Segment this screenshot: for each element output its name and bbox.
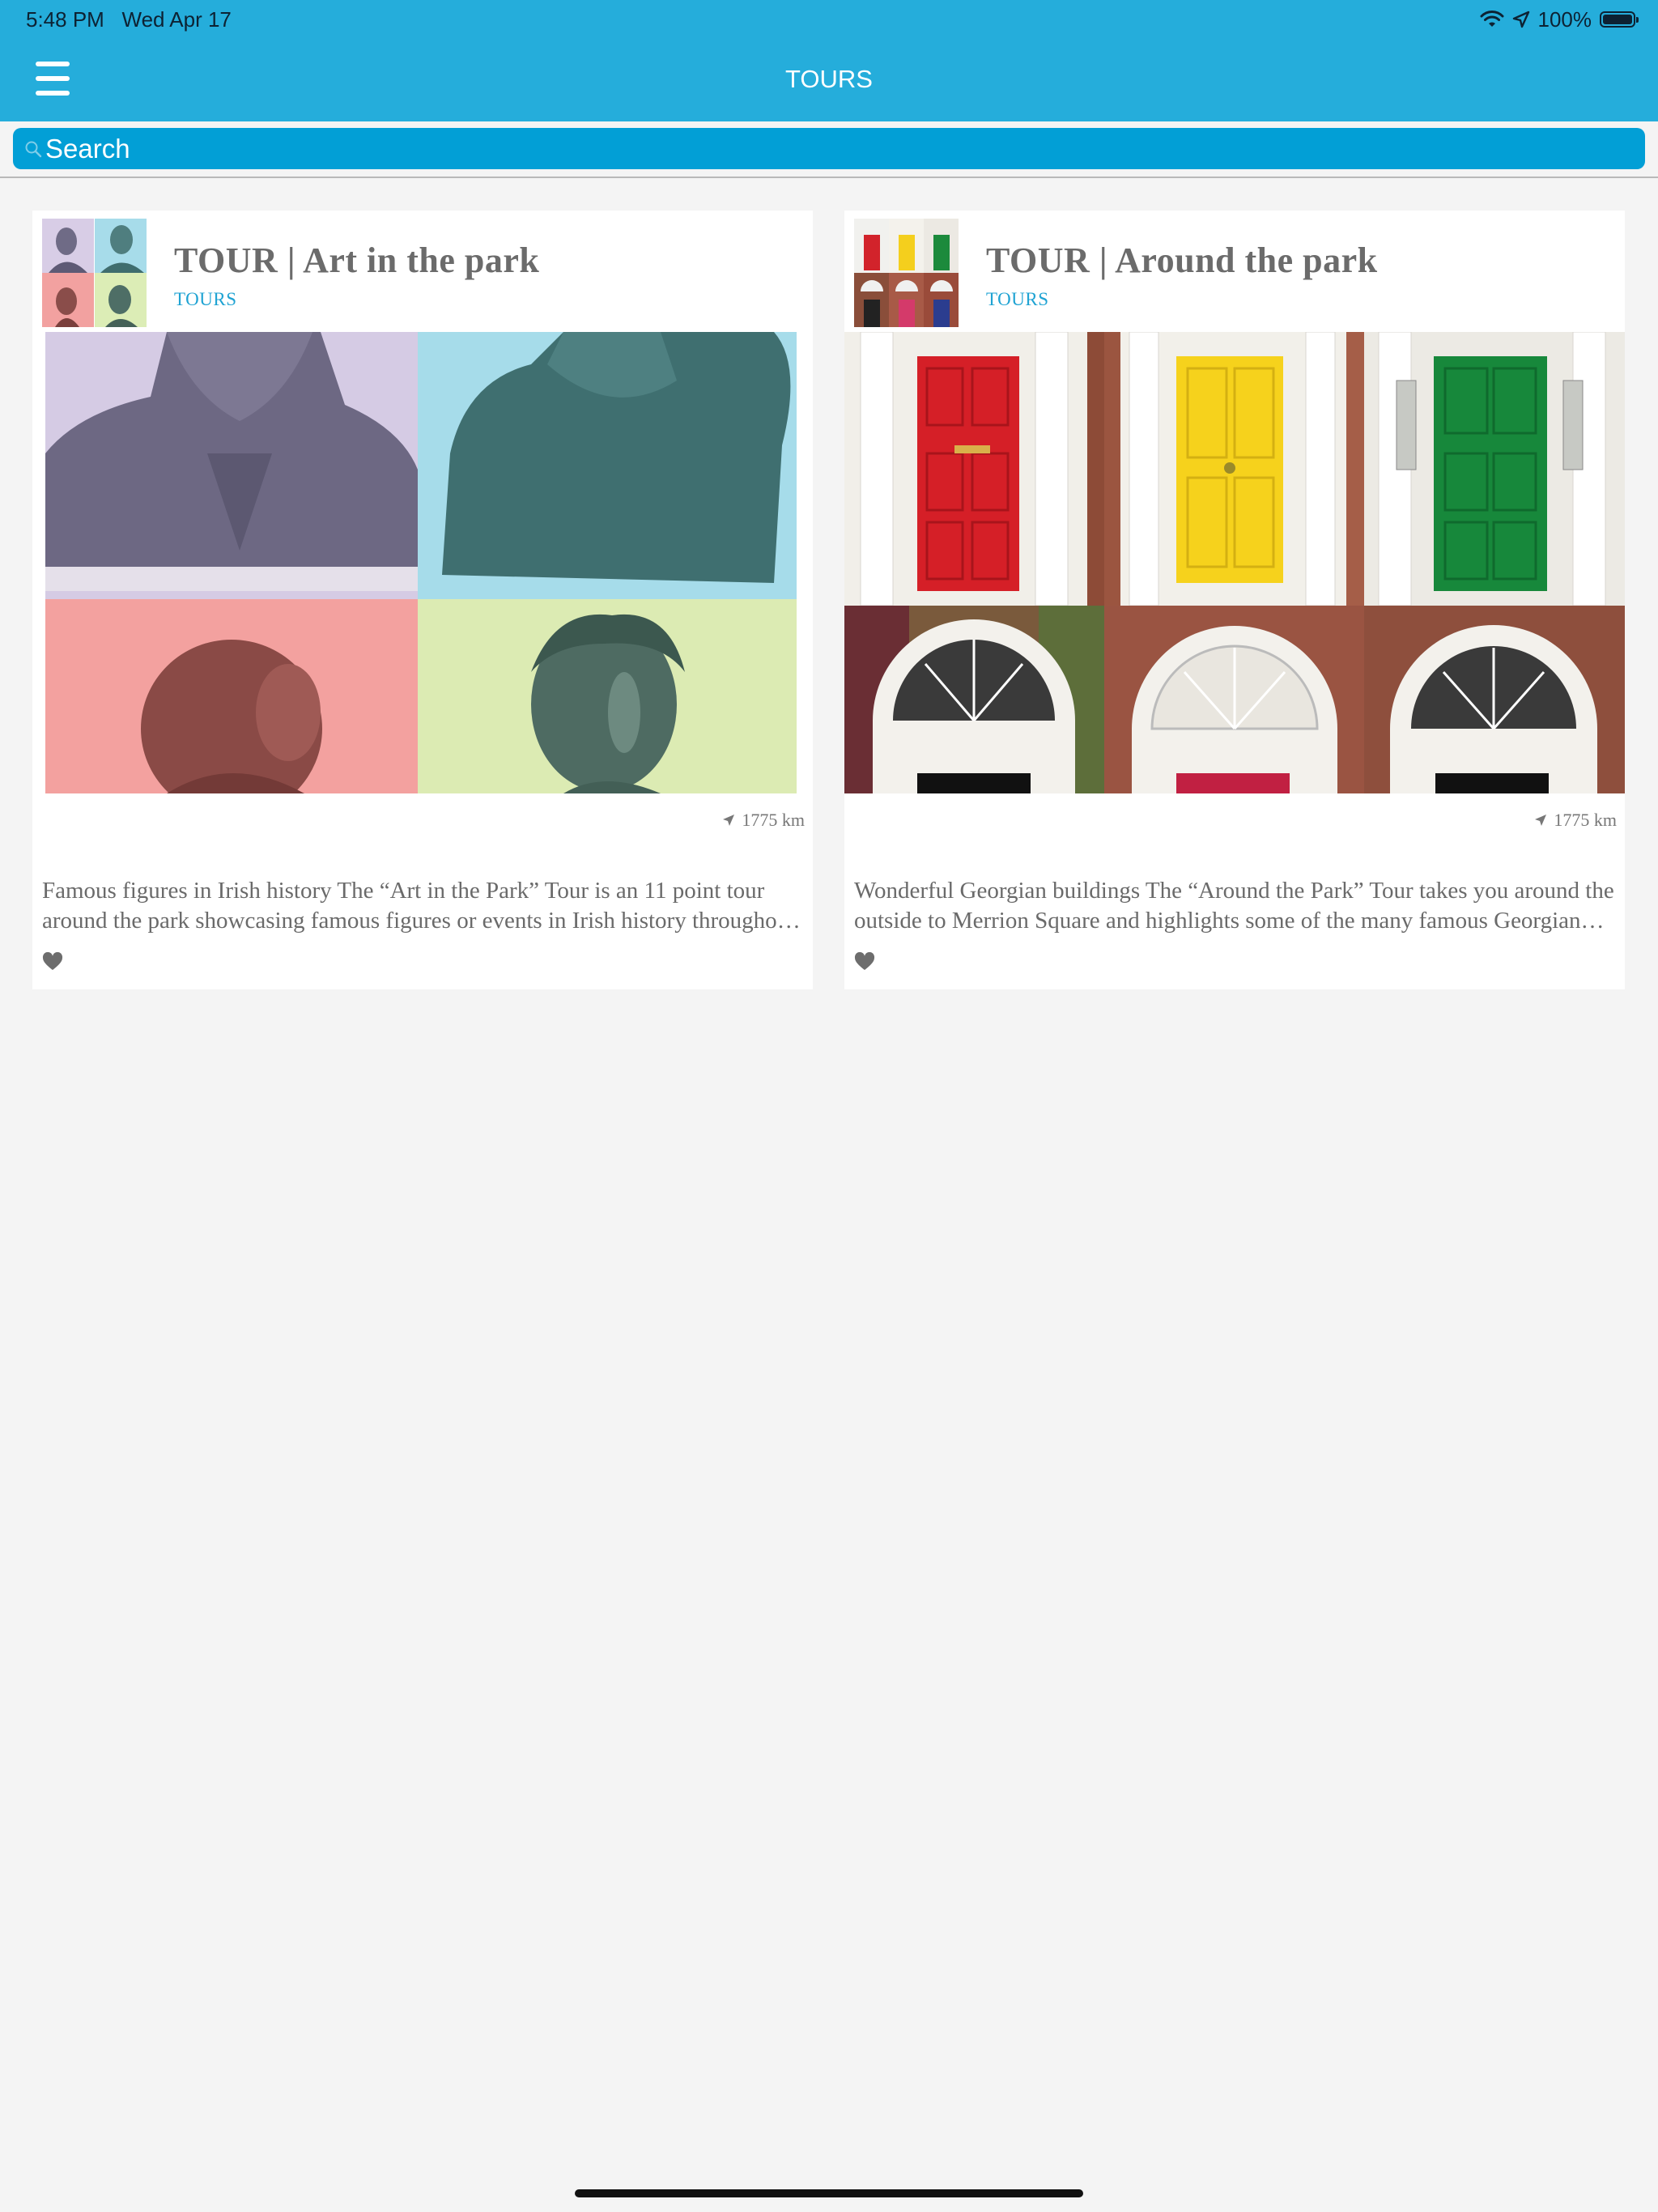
search-input[interactable] — [45, 133, 1584, 164]
tour-category: TOURS — [986, 289, 1049, 309]
battery-fill — [1603, 15, 1632, 24]
distance-label: 1775 km — [1534, 810, 1617, 831]
tour-card[interactable]: TOUR | Art in the park TOURS 1775 km Fam… — [32, 211, 813, 989]
home-indicator[interactable] — [575, 2189, 1083, 2197]
tour-thumbnail — [854, 219, 959, 327]
wifi-icon — [1480, 11, 1503, 27]
tour-title: TOUR | Around the park — [986, 240, 1378, 280]
battery-icon — [1600, 11, 1639, 28]
status-clock: 5:48 PM — [26, 7, 104, 32]
tour-card[interactable]: TOUR | Around the park TOURS 1775 km Won… — [844, 211, 1625, 989]
distance-value: 1775 km — [742, 810, 805, 830]
navigation-bar: 5:48 PM Wed Apr 17 100% TOURS — [0, 0, 1658, 121]
page-title: TOURS — [785, 65, 873, 93]
search-bar[interactable] — [13, 128, 1645, 169]
status-date: Wed Apr 17 — [121, 7, 232, 32]
tour-title: TOUR | Art in the park — [174, 240, 540, 280]
tour-description: Famous figures in Irish history The “Art… — [42, 878, 796, 934]
battery-percent: 100% — [1537, 6, 1592, 32]
tour-category: TOURS — [174, 289, 237, 309]
search-icon — [25, 141, 42, 157]
heart-icon[interactable] — [42, 952, 63, 972]
navigation-arrow-icon — [1535, 815, 1547, 826]
divider — [0, 177, 1658, 178]
tour-description: Wonderful Georgian buildings The “Around… — [854, 878, 1614, 934]
status-time: 5:48 PM Wed Apr 17 — [26, 6, 232, 32]
navigation-arrow-icon — [723, 815, 735, 826]
status-indicators: 100% — [1480, 6, 1639, 32]
tour-image — [844, 332, 1625, 793]
heart-icon[interactable] — [854, 952, 875, 972]
distance-value: 1775 km — [1554, 810, 1617, 830]
tour-image — [45, 332, 797, 793]
distance-label: 1775 km — [722, 810, 805, 831]
location-icon — [1512, 11, 1529, 28]
tour-thumbnail — [42, 219, 147, 327]
